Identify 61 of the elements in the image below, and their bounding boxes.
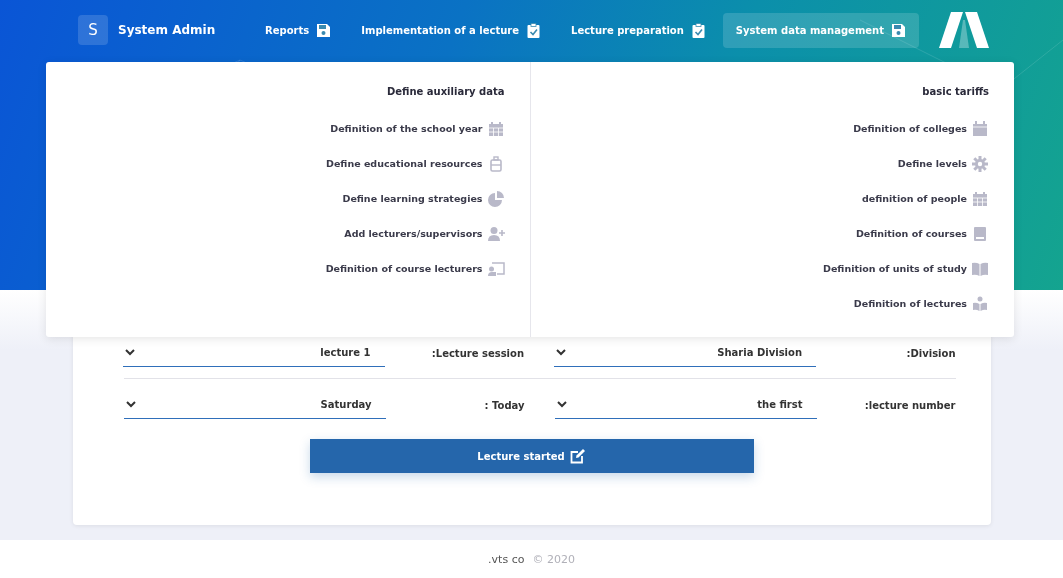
open-book-icon [972,260,989,277]
menu-item-label: Definition of course lecturers [325,263,483,274]
chevron-down-icon [125,401,136,408]
clipboard-check-icon [526,22,541,38]
copyright: © 2020 [532,552,575,566]
company-name: .vts co [488,552,525,566]
menu-item-label: Add lecturers/supervisors [344,228,483,239]
save-icon [316,22,332,38]
menu-heading: Define auxiliary data [386,86,505,99]
pie-chart-icon [487,190,505,207]
menu-item-label: Definition of colleges [853,123,967,134]
reader-icon [972,295,989,312]
gear-icon [972,155,989,172]
nav-tab[interactable]: Reports [252,12,345,48]
menu-item[interactable]: Define educational resources [326,155,505,172]
dropdown-field[interactable]: the first [554,391,817,419]
save-icon [891,22,906,38]
menu-item[interactable]: Definition of course lecturers [325,260,505,277]
chevron-down-icon [556,401,567,408]
menu-item[interactable]: Definition of lectures [853,295,989,312]
field-label: :Division [905,347,956,359]
field-label: :Lecture session [430,347,524,359]
menu-item-label: Definition of the school year [330,123,483,134]
menu-item[interactable]: Define learning strategies [342,190,505,207]
menu-item-label: definition of people [862,193,967,204]
dropdown-field[interactable]: lecture 1 [122,339,385,367]
book-icon [972,225,989,242]
start-lecture-button[interactable]: Lecture started [309,439,754,473]
dropdown-field[interactable]: Saturday [123,391,386,419]
clipboard-check-icon [690,22,706,38]
menu-item[interactable]: Definition of courses [855,225,989,242]
menu-heading: basic tariffs [922,86,989,99]
field-label: :lecture number [863,399,956,411]
menu-item[interactable]: Definition of the school year [330,120,505,137]
menu-item-label: Define educational resources [326,158,483,169]
nav-tab[interactable]: Implementation of a lecture [348,12,554,48]
nav-tab[interactable]: Lecture preparation [558,12,719,48]
avatar[interactable]: S [78,15,108,45]
calendar-icon [487,120,505,137]
user-name: System Admin [118,23,216,37]
calendar-icon [972,190,989,207]
suitcase-icon [487,155,505,172]
logo-icon[interactable] [939,12,989,48]
chevron-down-icon [556,349,566,356]
menu-item[interactable]: Definition of colleges [853,120,989,137]
menu-item[interactable]: Definition of units of study [823,260,989,277]
field-label: : Today [483,399,525,411]
menu-item[interactable]: definition of people [862,190,989,207]
menu-item[interactable]: Add lecturers/supervisors [344,225,505,242]
chevron-down-icon [124,349,135,356]
dropdown-field[interactable]: Sharia Division [554,339,816,367]
edit-icon [569,448,586,464]
menu-item-label: Definition of units of study [823,263,967,274]
user-plus-icon [487,225,505,242]
menu-item[interactable]: Define levels [897,155,989,172]
calendar-icon [972,120,989,137]
menu-item-label: Definition of lectures [853,298,967,309]
presentation-icon [487,260,505,277]
menu-item-label: Define levels [897,158,967,169]
menu-item-label: Define learning strategies [342,193,483,204]
menu-item-label: Definition of courses [855,228,967,239]
